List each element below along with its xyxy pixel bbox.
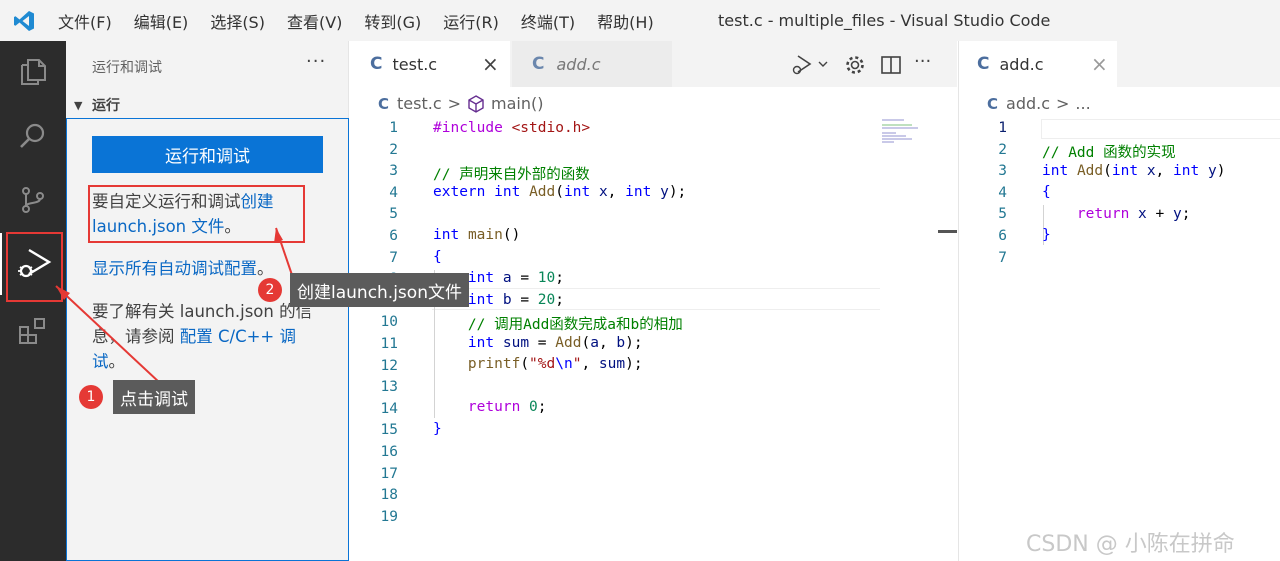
- tooltip-step1: 点击调试: [113, 380, 195, 414]
- watermark: CSDN @ 小陈在拼命: [1026, 532, 1235, 557]
- annotation-arrows: [55, 227, 293, 384]
- step1-badge: 1: [79, 385, 103, 409]
- step2-badge: 2: [258, 278, 282, 302]
- tooltip-step2: 创建launch.json文件: [290, 273, 469, 307]
